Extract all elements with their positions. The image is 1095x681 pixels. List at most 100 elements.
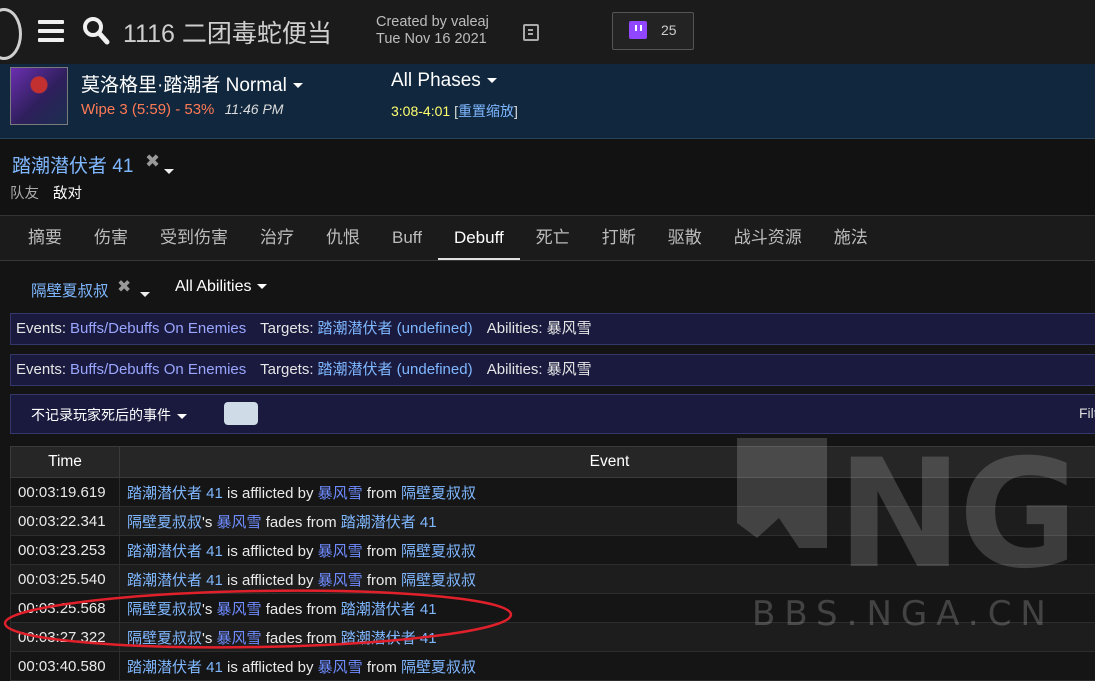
watermark-site: BBS.NGA.CN: [752, 594, 1055, 634]
query-summary: Events:Buffs/Debuffs On Enemies Targets:…: [10, 354, 1095, 386]
tab-damage-done[interactable]: 伤害: [78, 216, 144, 260]
tab-casts[interactable]: 施法: [818, 216, 884, 260]
phase-selector[interactable]: All Phases: [391, 70, 497, 92]
targets-value[interactable]: 踏潮潜伏者 (undefined): [318, 361, 473, 378]
filter-bar: 隔壁夏叔叔 ✖ All Abilities: [0, 261, 1095, 311]
tab-summary[interactable]: 摘要: [0, 216, 78, 260]
tab-healing[interactable]: 治疗: [244, 216, 310, 260]
event-text: is afflicted by: [223, 543, 318, 560]
event-text: fades from: [262, 630, 341, 647]
table-row[interactable]: 00:03:25.540踏潮潜伏者 41 is afflicted by 暴风雪…: [11, 565, 1095, 594]
tab-friendly[interactable]: 队友: [10, 182, 39, 203]
tab-debuffs[interactable]: Debuff: [438, 216, 520, 260]
view-tabs: 摘要 伤害 受到伤害 治疗 仇恨 Buff Debuff 死亡 打断 驱散 战斗…: [0, 216, 1095, 261]
tab-enemy[interactable]: 敌对: [53, 182, 82, 203]
actor-link[interactable]: 踏潮潜伏者 41: [127, 659, 223, 676]
options-bar: 不记录玩家死后的事件 Filt: [10, 394, 1095, 434]
actor-link[interactable]: 踏潮潜伏者 41: [341, 601, 437, 618]
event-text: from: [363, 572, 401, 589]
event-time: 00:03:27.322: [11, 623, 120, 652]
table-row[interactable]: 00:03:23.253踏潮潜伏者 41 is afflicted by 暴风雪…: [11, 536, 1095, 565]
table-row[interactable]: 00:03:19.619踏潮潜伏者 41 is afflicted by 暴风雪…: [11, 478, 1095, 507]
table-row[interactable]: 00:03:22.341隔壁夏叔叔's 暴风雪 fades from 踏潮潜伏者…: [11, 507, 1095, 536]
tab-dispels[interactable]: 驱散: [652, 216, 718, 260]
events-table: Time Event 00:03:19.619踏潮潜伏者 41 is affli…: [10, 446, 1095, 681]
abilities-label: Abilities:: [487, 361, 543, 378]
death-filter-dropdown[interactable]: 不记录玩家死后的事件: [31, 405, 187, 425]
ability-link[interactable]: 暴风雪: [318, 572, 363, 589]
event-text: 's: [202, 630, 217, 647]
actor-link[interactable]: 隔壁夏叔叔: [401, 543, 476, 560]
event-time: 00:03:22.341: [11, 507, 120, 536]
chevron-down-icon[interactable]: [140, 286, 150, 304]
tab-deaths[interactable]: 死亡: [520, 216, 586, 260]
ability-link[interactable]: 暴风雪: [318, 659, 363, 676]
boss-name: 莫洛格里·踏潮者 Normal: [81, 75, 287, 96]
hamburger-menu-icon[interactable]: [38, 20, 64, 42]
phase-label: All Phases: [391, 70, 481, 91]
column-header-time[interactable]: Time: [11, 447, 120, 478]
events-label: Events:: [16, 320, 66, 337]
ability-link[interactable]: 暴风雪: [217, 514, 262, 531]
remove-source-icon[interactable]: ✖: [117, 277, 131, 297]
events-value[interactable]: Buffs/Debuffs On Enemies: [70, 320, 246, 337]
actor-link[interactable]: 踏潮潜伏者 41: [127, 485, 223, 502]
abilities-value[interactable]: 暴风雪: [547, 320, 592, 337]
phase-range: 3:08-4:01 [重置缩放]: [391, 101, 518, 121]
actor-name[interactable]: 踏潮潜伏者 41: [12, 151, 133, 178]
targets-label: Targets:: [260, 361, 313, 378]
remove-actor-icon[interactable]: ✖: [145, 151, 160, 172]
actor-link[interactable]: 隔壁夏叔叔: [401, 485, 476, 502]
chevron-down-icon[interactable]: [164, 163, 174, 181]
event-text: from: [363, 543, 401, 560]
actor-link[interactable]: 隔壁夏叔叔: [401, 572, 476, 589]
event-text: is afflicted by: [223, 659, 318, 676]
tab-damage-taken[interactable]: 受到伤害: [144, 216, 244, 260]
reset-zoom-link[interactable]: 重置缩放: [458, 103, 514, 119]
filter-toggle[interactable]: [224, 402, 258, 425]
event-description: 踏潮潜伏者 41 is afflicted by 暴风雪 from 隔壁夏叔叔: [120, 478, 1095, 507]
table-row[interactable]: 00:03:40.580踏潮潜伏者 41 is afflicted by 暴风雪…: [11, 652, 1095, 681]
event-time: 00:03:19.619: [11, 478, 120, 507]
actor-link[interactable]: 踏潮潜伏者 41: [341, 630, 437, 647]
chevron-down-icon: [293, 83, 303, 88]
fight-selector[interactable]: 莫洛格里·踏潮者 Normal: [81, 70, 303, 97]
ability-link[interactable]: 暴风雪: [318, 543, 363, 560]
actor-link[interactable]: 隔壁夏叔叔: [127, 514, 202, 531]
twitch-button[interactable]: 25: [612, 12, 694, 50]
filter-label: Filt: [1079, 405, 1095, 421]
search-icon[interactable]: [82, 16, 110, 46]
actor-link[interactable]: 踏潮潜伏者 41: [127, 543, 223, 560]
copy-icon[interactable]: [523, 24, 539, 41]
abilities-value[interactable]: 暴风雪: [547, 361, 592, 378]
actor-link[interactable]: 踏潮潜伏者 41: [341, 514, 437, 531]
events-value[interactable]: Buffs/Debuffs On Enemies: [70, 361, 246, 378]
event-time: 00:03:25.568: [11, 594, 120, 623]
report-title: 1116 二团毒蛇便当: [123, 14, 332, 50]
query-summary: Events:Buffs/Debuffs On Enemies Targets:…: [10, 313, 1095, 345]
ability-link[interactable]: 暴风雪: [217, 630, 262, 647]
actor-link[interactable]: 隔壁夏叔叔: [401, 659, 476, 676]
targets-value[interactable]: 踏潮潜伏者 (undefined): [318, 320, 473, 337]
twitch-count: 25: [661, 22, 677, 38]
tab-buffs[interactable]: Buff: [376, 216, 438, 260]
actor-link[interactable]: 隔壁夏叔叔: [127, 630, 202, 647]
site-logo-icon[interactable]: [0, 8, 22, 60]
tab-threat[interactable]: 仇恨: [310, 216, 376, 260]
event-time: 00:03:40.580: [11, 652, 120, 681]
tab-interrupts[interactable]: 打断: [586, 216, 652, 260]
created-date: Tue Nov 16 2021: [376, 31, 489, 48]
event-text: fades from: [262, 514, 341, 531]
chevron-down-icon: [257, 284, 267, 289]
ability-link[interactable]: 暴风雪: [217, 601, 262, 618]
actor-link[interactable]: 隔壁夏叔叔: [127, 601, 202, 618]
ability-link[interactable]: 暴风雪: [318, 485, 363, 502]
fight-time: 11:46 PM: [225, 101, 284, 117]
targets-label: Targets:: [260, 320, 313, 337]
source-filter[interactable]: 隔壁夏叔叔: [31, 279, 109, 301]
actor-link[interactable]: 踏潮潜伏者 41: [127, 572, 223, 589]
tab-resources[interactable]: 战斗资源: [718, 216, 818, 260]
event-description: 踏潮潜伏者 41 is afflicted by 暴风雪 from 隔壁夏叔叔: [120, 652, 1095, 681]
column-header-event[interactable]: Event: [120, 447, 1095, 478]
abilities-filter[interactable]: All Abilities: [175, 278, 267, 296]
